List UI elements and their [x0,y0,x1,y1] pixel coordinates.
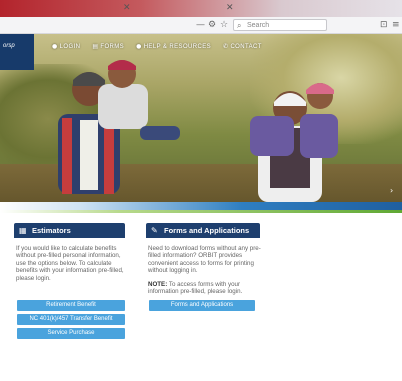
forms-header: ✎ Forms and Applications [146,223,260,238]
edit-icon: ✎ [151,226,158,235]
user-icon: ● [52,43,58,50]
transfer-benefit-button[interactable]: NC 401(k)/457 Transfer Benefit [17,314,125,325]
gear-icon[interactable]: ⚙ [208,20,216,30]
forms-body: Need to download forms without any pre-f… [148,245,262,301]
nav-login[interactable]: ● LOGIN [52,42,80,52]
close-icon[interactable]: ✕ [226,3,234,13]
star-icon[interactable]: ☆ [220,20,228,30]
help-icon: ● [136,43,142,50]
nav-contact[interactable]: ✆ CONTACT [223,42,262,52]
accent-stripe-green [0,210,402,213]
hero-banner: › [0,34,402,202]
calculator-icon: ▦ [19,226,27,235]
menu-icon[interactable]: ≡ [392,20,400,30]
estimators-title: Estimators [32,226,71,235]
phone-icon: ✆ [223,43,229,50]
chevron-right-icon[interactable]: › [390,186,393,195]
estimators-description: If you would like to calculate benefits … [16,245,124,282]
estimators-header: ▦ Estimators [14,223,125,238]
browser-tab-bar: ✕ ✕ [0,0,402,17]
url-search-input[interactable]: ⌕ Search [233,19,327,31]
family-photo [58,60,338,202]
nav-forms[interactable]: ▤ FORMS [92,42,124,52]
close-icon[interactable]: ✕ [123,3,131,13]
url-placeholder: Search [247,22,270,29]
browser-toolbar: — ⚙ ☆ ⌕ Search ⊡ ≡ [0,17,402,34]
bookmark-icon[interactable]: ⊡ [380,20,388,30]
site-logo[interactable]: orsp [0,34,34,70]
retirement-benefit-button[interactable]: Retirement Benefit [17,300,125,311]
service-purchase-button[interactable]: Service Purchase [17,328,125,339]
nav-help-resources[interactable]: ● HELP & RESOURCES [136,42,211,52]
forms-note: NOTE: To access forms with your informat… [148,281,262,296]
main-nav: ● LOGIN ▤ FORMS ● HELP & RESOURCES ✆ CONTACT [52,42,262,52]
note-label: NOTE: [148,280,168,288]
minimize-icon[interactable]: — [196,20,205,30]
estimators-body: If you would like to calculate benefits … [16,245,128,288]
logo-text: orsp [3,43,15,49]
search-icon: ⌕ [237,21,242,30]
forms-applications-button[interactable]: Forms and Applications [149,300,255,311]
forms-description: Need to download forms without any pre-f… [148,245,261,275]
accent-stripe-blue [0,202,402,210]
forms-title: Forms and Applications [164,226,250,235]
document-icon: ▤ [92,43,99,50]
